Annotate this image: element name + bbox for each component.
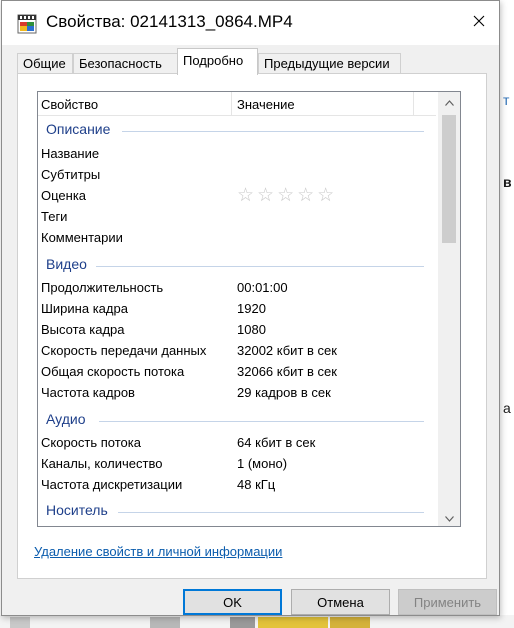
property-value[interactable]: 48 кГц bbox=[237, 477, 275, 492]
close-button[interactable] bbox=[464, 7, 494, 37]
background-text: а bbox=[503, 400, 511, 416]
scrollbar-thumb[interactable] bbox=[442, 115, 456, 243]
property-value[interactable]: 1920 bbox=[237, 301, 266, 316]
tab-details[interactable]: Подробно bbox=[177, 48, 258, 75]
rating-stars[interactable]: ☆☆☆☆☆ bbox=[237, 184, 337, 207]
vertical-scrollbar[interactable] bbox=[438, 92, 460, 526]
property-value[interactable]: 32066 кбит в сек bbox=[237, 364, 337, 379]
list-header: Свойство Значение bbox=[38, 92, 436, 116]
property-name[interactable]: Ширина кадра bbox=[41, 301, 128, 316]
property-name[interactable]: Продолжительность bbox=[41, 280, 163, 295]
property-name[interactable]: Высота кадра bbox=[41, 322, 125, 337]
column-header-property[interactable]: Свойство bbox=[41, 97, 98, 112]
property-value[interactable]: 00:01:00 bbox=[237, 280, 288, 295]
tab-security[interactable]: Безопасность bbox=[73, 53, 179, 74]
video-file-icon bbox=[16, 13, 38, 35]
window-title: Свойства: 02141313_0864.MP4 bbox=[46, 12, 293, 31]
scroll-up-button[interactable] bbox=[438, 92, 460, 110]
group-title-video: Видео bbox=[46, 256, 87, 272]
details-tab-page: Свойство Значение Описание Название Субт… bbox=[17, 73, 487, 579]
ok-button[interactable]: OK bbox=[183, 589, 282, 615]
column-header-value[interactable]: Значение bbox=[237, 97, 295, 112]
property-name[interactable]: Общая скорость потока bbox=[41, 364, 184, 379]
property-name[interactable]: Каналы, количество bbox=[41, 456, 162, 471]
group-title-audio: Аудио bbox=[46, 411, 86, 427]
property-name[interactable]: Скорость потока bbox=[41, 435, 141, 450]
group-title-description: Описание bbox=[46, 121, 111, 137]
title-bar: Свойства: 02141313_0864.MP4 bbox=[2, 1, 499, 45]
property-value[interactable]: 1080 bbox=[237, 322, 266, 337]
property-value[interactable]: 1 (моно) bbox=[237, 456, 287, 471]
property-value[interactable]: 29 кадров в сек bbox=[237, 385, 331, 400]
tab-general[interactable]: Общие bbox=[17, 53, 73, 74]
group-divider bbox=[96, 266, 424, 267]
apply-button[interactable]: Применить bbox=[398, 589, 497, 615]
tab-previous-versions[interactable]: Предыдущие версии bbox=[258, 53, 401, 74]
background-text: в bbox=[503, 174, 512, 190]
group-divider bbox=[99, 421, 424, 422]
group-title-media: Носитель bbox=[46, 502, 108, 518]
cancel-button[interactable]: Отмена bbox=[291, 589, 390, 615]
property-value[interactable]: 64 кбит в сек bbox=[237, 435, 315, 450]
property-name[interactable]: Название bbox=[41, 146, 99, 161]
property-list[interactable]: Свойство Значение Описание Название Субт… bbox=[37, 91, 461, 527]
column-divider[interactable] bbox=[231, 92, 232, 116]
chevron-down-icon bbox=[444, 510, 454, 525]
group-divider bbox=[122, 131, 424, 132]
property-name[interactable]: Частота дискретизации bbox=[41, 477, 182, 492]
group-divider bbox=[118, 512, 424, 513]
chevron-up-icon bbox=[444, 94, 454, 109]
background-taskbar bbox=[0, 615, 514, 628]
property-name[interactable]: Теги bbox=[41, 209, 67, 224]
properties-dialog: Свойства: 02141313_0864.MP4 Общие Безопа… bbox=[1, 0, 500, 616]
background-text: т bbox=[503, 92, 510, 108]
property-name[interactable]: Субтитры bbox=[41, 167, 100, 182]
property-name[interactable]: Скорость передачи данных bbox=[41, 343, 206, 358]
close-icon bbox=[473, 15, 485, 30]
property-name[interactable]: Оценка bbox=[41, 188, 86, 203]
property-value[interactable]: 32002 кбит в сек bbox=[237, 343, 337, 358]
property-name[interactable]: Частота кадров bbox=[41, 385, 135, 400]
remove-properties-link[interactable]: Удаление свойств и личной информации bbox=[34, 544, 282, 559]
column-divider[interactable] bbox=[413, 92, 414, 116]
property-name[interactable]: Комментарии bbox=[41, 230, 123, 245]
scroll-down-button[interactable] bbox=[438, 508, 460, 526]
